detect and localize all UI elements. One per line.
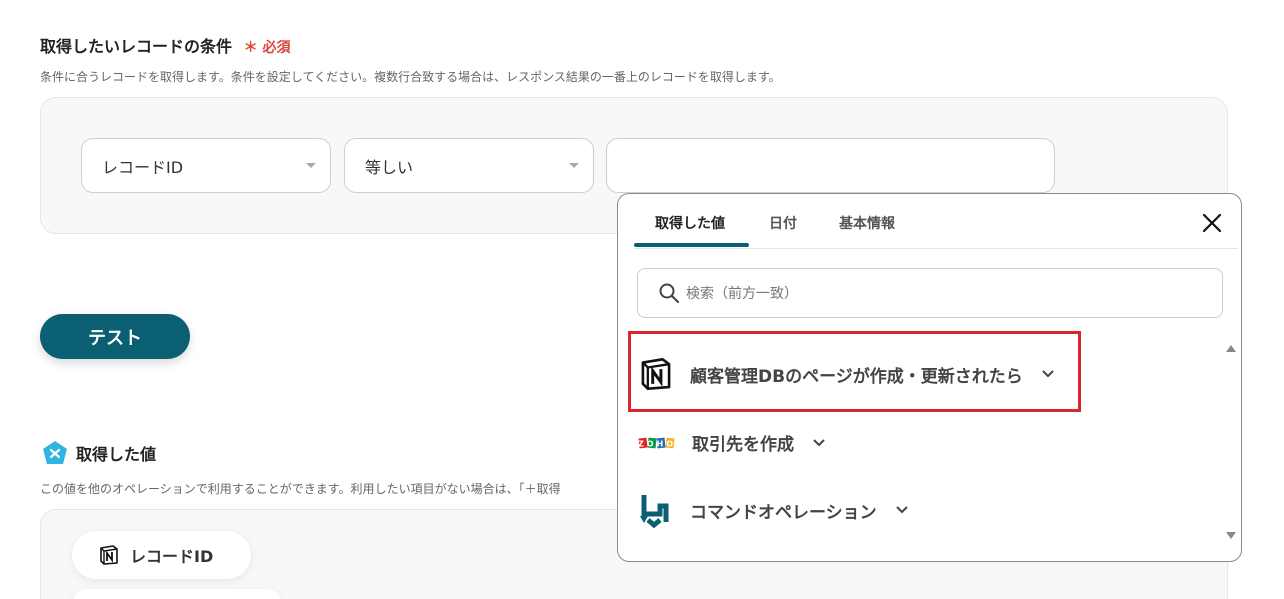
- acquired-description: この値を他のオペレーションで利用することができます。利用したい項目がない場合は、…: [40, 482, 561, 496]
- list-item-zoho-create-account[interactable]: ZOHO 取引先を作成: [638, 430, 826, 455]
- field-select[interactable]: レコードID: [81, 138, 331, 193]
- condition-value-input[interactable]: [606, 138, 1055, 193]
- chevron-down-icon: [1042, 370, 1054, 378]
- chevron-down-icon: [813, 438, 825, 446]
- value-chip-record-id[interactable]: レコードID: [72, 531, 251, 579]
- notion-icon: [641, 357, 671, 391]
- tab-acquired-values[interactable]: 取得した値: [655, 213, 725, 233]
- field-select-value: レコードID: [102, 157, 184, 177]
- list-item-notion-trigger[interactable]: 顧客管理DBのページが作成・更新されたら: [638, 356, 1055, 392]
- required-mark: ＊: [243, 40, 258, 56]
- variable-picker-popup: 取得した値 日付 基本情報 検索（前方一致） 顧客管理DBのページが作成・更新さ…: [617, 193, 1242, 562]
- operator-select[interactable]: 等しい: [344, 138, 594, 193]
- conditions-description: 条件に合うレコードを取得します。条件を設定してください。複数行合致する場合は、レ…: [40, 70, 781, 84]
- zoho-icon: ZOHO: [638, 437, 676, 448]
- zoho-logo-text: ZOHO: [638, 439, 676, 448]
- required-label: 必須: [262, 40, 291, 56]
- active-tab-indicator: [634, 243, 749, 247]
- value-chip-partial[interactable]: [72, 589, 282, 599]
- search-input[interactable]: 検索（前方一致）: [637, 268, 1223, 318]
- conditions-title-text: 取得したいレコードの条件: [40, 37, 233, 56]
- search-icon: [659, 283, 680, 304]
- list-item-command-operation[interactable]: コマンドオペレーション: [638, 492, 909, 528]
- list-item-label: 取引先を作成: [692, 435, 794, 455]
- operator-select-caret-icon: [569, 163, 579, 168]
- field-select-caret-icon: [306, 163, 316, 168]
- acquired-title: 取得した値: [42, 440, 156, 466]
- notion-icon: [100, 545, 118, 565]
- acquired-title-text: 取得した値: [76, 445, 157, 464]
- conditions-title: 取得したいレコードの条件 ＊ 必須: [40, 33, 290, 57]
- scroll-up-arrow-icon[interactable]: [1226, 345, 1236, 352]
- operation-badge-icon: [43, 441, 67, 464]
- command-operation-icon: [640, 495, 669, 528]
- list-item-label: コマンドオペレーション: [690, 502, 877, 523]
- operator-select-value: 等しい: [365, 157, 414, 177]
- required-badge: ＊ 必須: [244, 40, 291, 56]
- value-chip-label: レコードID: [130, 547, 214, 566]
- scroll-down-arrow-icon[interactable]: [1226, 532, 1236, 539]
- tab-basic-info[interactable]: 基本情報: [839, 213, 895, 233]
- list-item-label: 顧客管理DBのページが作成・更新されたら: [690, 366, 1023, 387]
- search-placeholder: 検索（前方一致）: [686, 286, 798, 302]
- close-icon[interactable]: [1201, 212, 1223, 234]
- chevron-down-icon: [895, 506, 908, 514]
- popup-tabs: 取得した値 日付 基本情報: [634, 194, 1238, 249]
- test-button[interactable]: テスト: [40, 314, 190, 359]
- tab-date[interactable]: 日付: [769, 213, 797, 233]
